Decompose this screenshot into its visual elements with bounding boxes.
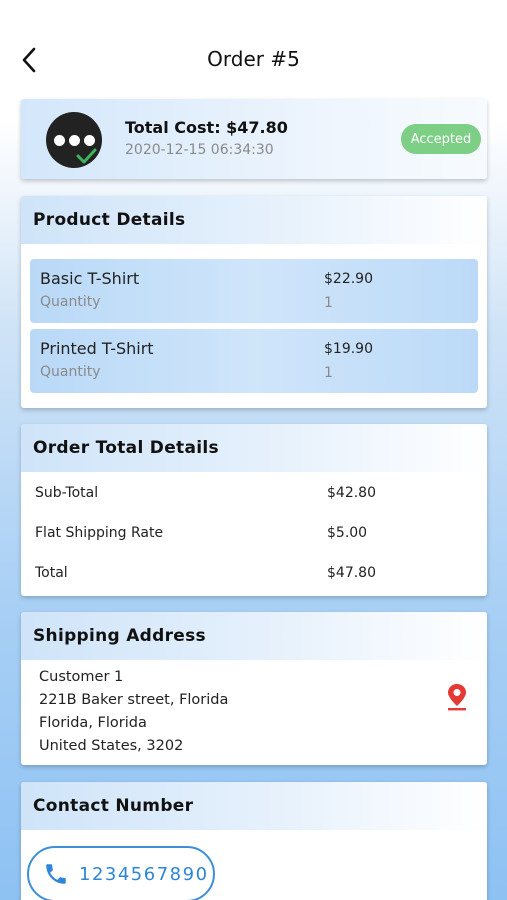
address-city: Florida, Florida (39, 715, 147, 731)
shipping-address-title: Shipping Address (21, 612, 487, 660)
shipping-address-card: Shipping Address Customer 1 221B Baker s… (21, 612, 487, 765)
product-details-card: Product Details Basic T-Shirt Quantity $… (21, 196, 487, 408)
product-row[interactable]: Basic T-Shirt Quantity $22.90 1 (30, 259, 478, 323)
address-country: United States, 3202 (39, 738, 184, 754)
order-total-card: Order Total Details Sub-Total $42.80 Fla… (21, 424, 487, 596)
total-cost: Total Cost: $47.80 (125, 118, 288, 137)
address-street: 221B Baker street, Florida (39, 692, 229, 708)
order-date: 2020-12-15 06:34:30 (125, 142, 274, 158)
total-label: Total (35, 565, 68, 581)
shipping-rate-value: $5.00 (327, 525, 368, 541)
product-quantity: 1 (324, 295, 333, 311)
check-icon (76, 148, 97, 164)
call-button[interactable]: 1234567890 (27, 846, 215, 900)
total-value: $47.80 (327, 565, 376, 581)
phone-icon (46, 864, 66, 884)
phone-number: 1234567890 (79, 863, 209, 885)
contact-number-card: Contact Number 1234567890 (21, 782, 487, 900)
product-price: $22.90 (324, 271, 373, 287)
quantity-label: Quantity (40, 364, 101, 380)
app-header: Order #5 (0, 0, 507, 100)
product-price: $19.90 (324, 341, 373, 357)
location-pin-icon[interactable] (445, 682, 469, 712)
quantity-label: Quantity (40, 294, 101, 310)
product-name: Printed T-Shirt (40, 339, 154, 358)
product-details-title: Product Details (21, 196, 487, 244)
product-quantity: 1 (324, 365, 333, 381)
status-badge: Accepted (401, 124, 481, 154)
subtotal-label: Sub-Total (35, 485, 99, 501)
order-status-card: Total Cost: $47.80 2020-12-15 06:34:30 A… (21, 99, 487, 179)
product-name: Basic T-Shirt (40, 269, 140, 288)
shipping-rate-label: Flat Shipping Rate (35, 525, 164, 541)
subtotal-value: $42.80 (327, 485, 376, 501)
product-row[interactable]: Printed T-Shirt Quantity $19.90 1 (30, 329, 478, 393)
contact-number-title: Contact Number (21, 782, 487, 830)
address-name: Customer 1 (39, 669, 124, 685)
page-title: Order #5 (207, 47, 300, 71)
order-total-title: Order Total Details (21, 424, 487, 472)
